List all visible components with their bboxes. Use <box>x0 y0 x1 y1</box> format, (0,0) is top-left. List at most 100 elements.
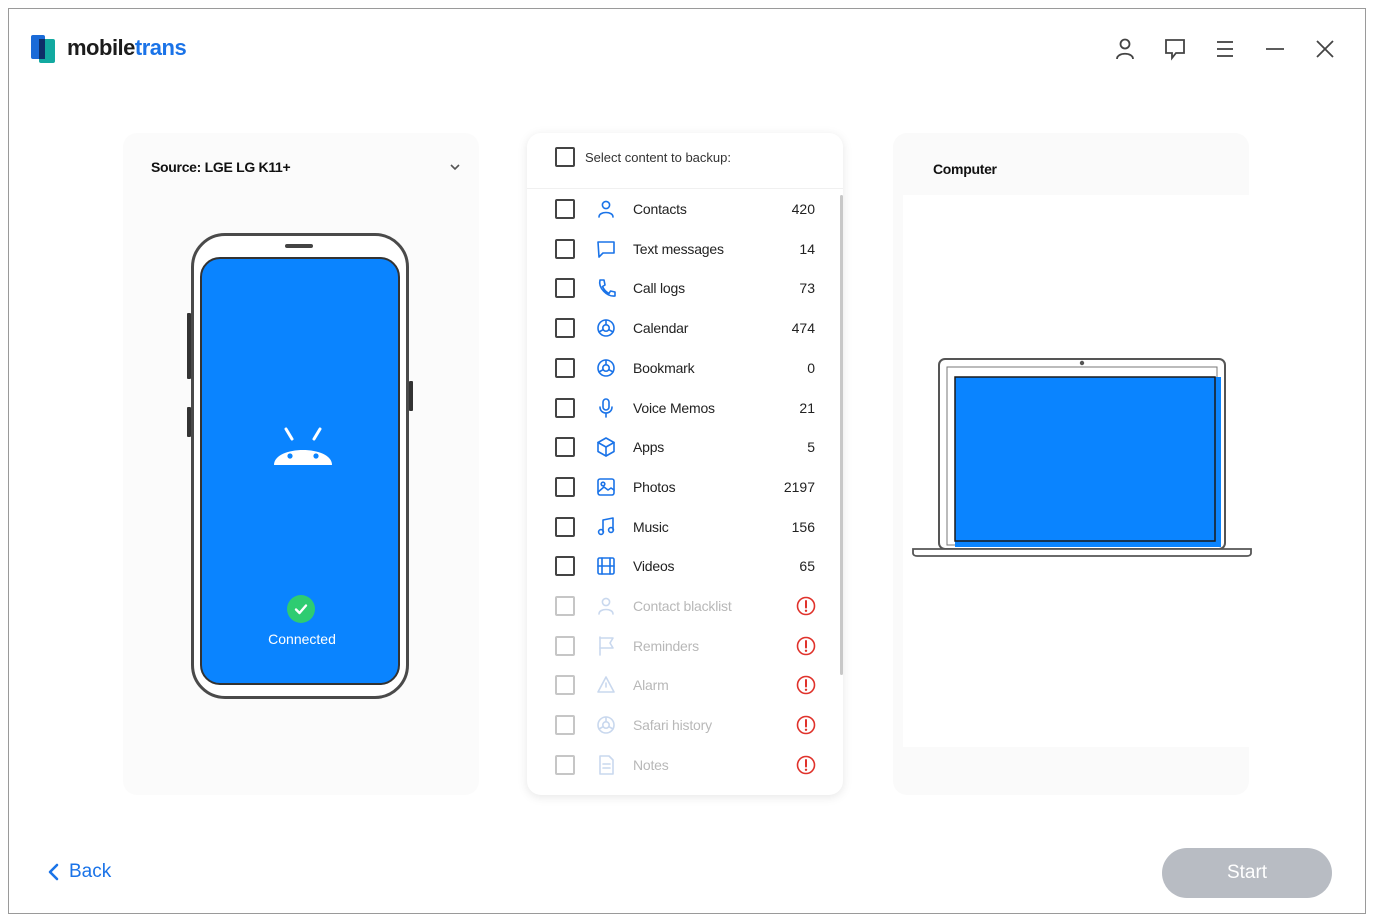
message-icon <box>597 240 615 258</box>
content-item-row: Reminders <box>527 626 837 666</box>
menu-icon[interactable] <box>1211 35 1239 63</box>
contacts-icon <box>598 200 614 218</box>
content-item-row[interactable]: Contacts 420 <box>527 189 837 229</box>
content-item-row[interactable]: Apps 5 <box>527 427 837 467</box>
compass-icon <box>597 716 615 734</box>
calendar-icon <box>597 319 615 337</box>
destination-title: Computer <box>933 161 997 177</box>
bookmark-icon <box>597 358 615 377</box>
content-item-checkbox[interactable] <box>555 278 575 299</box>
content-item-count: 474 <box>791 320 815 337</box>
content-item-count: 2197 <box>783 478 815 495</box>
content-item-checkbox <box>555 754 575 775</box>
content-item-label: Call logs <box>633 280 685 297</box>
content-item-count: 65 <box>799 558 815 575</box>
content-item-checkbox[interactable] <box>555 357 575 378</box>
content-item-count: 14 <box>799 240 815 257</box>
list-scrollbar[interactable] <box>840 195 843 675</box>
logo-text: mobiletrans <box>67 35 187 60</box>
close-icon[interactable] <box>1311 35 1339 63</box>
content-item-row: Notes <box>527 745 837 785</box>
music-icon <box>597 516 615 535</box>
notes-icon <box>599 754 614 775</box>
content-item-row[interactable]: Voice Memos 21 <box>527 388 837 428</box>
warning-icon[interactable] <box>795 754 817 776</box>
back-label: Back <box>69 861 112 882</box>
window-controls <box>1111 35 1339 63</box>
content-item-checkbox[interactable] <box>555 516 575 537</box>
select-all-label: Select content to backup: <box>585 149 731 165</box>
content-item-row: Alarm <box>527 665 837 705</box>
content-item-label: Contact blacklist <box>633 598 732 614</box>
feedback-icon[interactable] <box>1161 35 1189 63</box>
content-item-label: Calendar <box>633 320 689 337</box>
content-item-count: 420 <box>791 201 815 217</box>
content-item-checkbox[interactable] <box>555 397 575 418</box>
content-item-checkbox <box>555 596 575 616</box>
content-item-label: Alarm <box>633 677 669 694</box>
backup-content-panel: Select content to backup: Contacts 420 Tex… <box>527 133 843 795</box>
content-item-count: 5 <box>807 439 815 456</box>
connection-status: Connected <box>268 631 336 647</box>
select-all-row[interactable]: Select content to backup: <box>555 147 731 167</box>
source-device-title: Source: LGE LG K11+ <box>151 159 291 175</box>
phone-screen: Connected <box>200 257 400 685</box>
app-window: mobiletrans Source: LGE LG K11+ Connecte… <box>8 8 1366 914</box>
content-item-row[interactable]: Text messages 14 <box>527 229 837 269</box>
content-item-row[interactable]: Photos 2197 <box>527 467 837 507</box>
photo-icon <box>597 478 615 496</box>
start-button[interactable]: Start <box>1162 848 1332 898</box>
content-item-row: Safari history <box>527 705 837 745</box>
logo-icon <box>31 33 59 63</box>
content-item-checkbox <box>555 675 575 696</box>
warning-icon[interactable] <box>795 674 817 696</box>
content-item-row[interactable]: Calendar 474 <box>527 308 837 348</box>
content-item-label: Photos <box>633 478 676 495</box>
source-device-panel: Source: LGE LG K11+ Connected <box>123 133 479 795</box>
account-icon[interactable] <box>1111 35 1139 63</box>
destination-panel: Computer <box>893 133 1252 795</box>
warning-icon[interactable] <box>795 714 817 736</box>
content-item-label: Voice Memos <box>633 399 715 416</box>
content-item-label: Contacts <box>633 201 687 217</box>
video-icon <box>597 557 615 576</box>
chevron-left-icon <box>48 863 59 881</box>
content-item-count: 21 <box>799 399 815 416</box>
microphone-icon <box>599 397 613 418</box>
flag-icon <box>599 635 614 656</box>
content-item-label: Apps <box>633 439 665 456</box>
android-icon <box>274 427 332 465</box>
content-item-checkbox[interactable] <box>555 318 575 339</box>
content-item-label: Safari history <box>633 717 712 734</box>
content-item-checkbox <box>555 715 575 736</box>
content-item-row[interactable]: Music 156 <box>527 507 837 547</box>
content-item-label: Bookmark <box>633 359 695 376</box>
select-all-checkbox[interactable] <box>555 147 575 167</box>
content-item-row: Contact blacklist <box>527 586 837 626</box>
warning-icon[interactable] <box>795 595 817 617</box>
content-item-checkbox[interactable] <box>555 238 575 259</box>
apps-icon <box>597 437 615 457</box>
content-item-checkbox[interactable] <box>555 476 575 497</box>
content-item-count: 73 <box>799 280 815 297</box>
content-item-row[interactable]: Call logs 73 <box>527 268 837 308</box>
content-item-row[interactable]: Videos 65 <box>527 546 837 586</box>
content-item-label: Music <box>633 518 669 535</box>
content-item-label: Videos <box>633 558 675 575</box>
content-item-count: 156 <box>791 518 815 535</box>
phone-icon <box>598 279 616 298</box>
warning-icon[interactable] <box>795 635 817 657</box>
chevron-down-icon[interactable] <box>447 159 463 175</box>
content-item-checkbox[interactable] <box>555 556 575 577</box>
back-button[interactable]: Back <box>47 861 111 883</box>
contacts-icon <box>598 597 614 615</box>
content-item-checkbox[interactable] <box>555 437 575 458</box>
content-item-label: Notes <box>633 756 669 773</box>
laptop-illustration <box>912 358 1252 557</box>
android-phone-illustration: Connected <box>187 233 413 703</box>
minimize-icon[interactable] <box>1261 35 1289 63</box>
content-item-checkbox <box>555 635 575 656</box>
content-item-checkbox[interactable] <box>555 199 575 219</box>
content-item-row[interactable]: Bookmark 0 <box>527 348 837 388</box>
app-logo: mobiletrans <box>31 33 187 63</box>
